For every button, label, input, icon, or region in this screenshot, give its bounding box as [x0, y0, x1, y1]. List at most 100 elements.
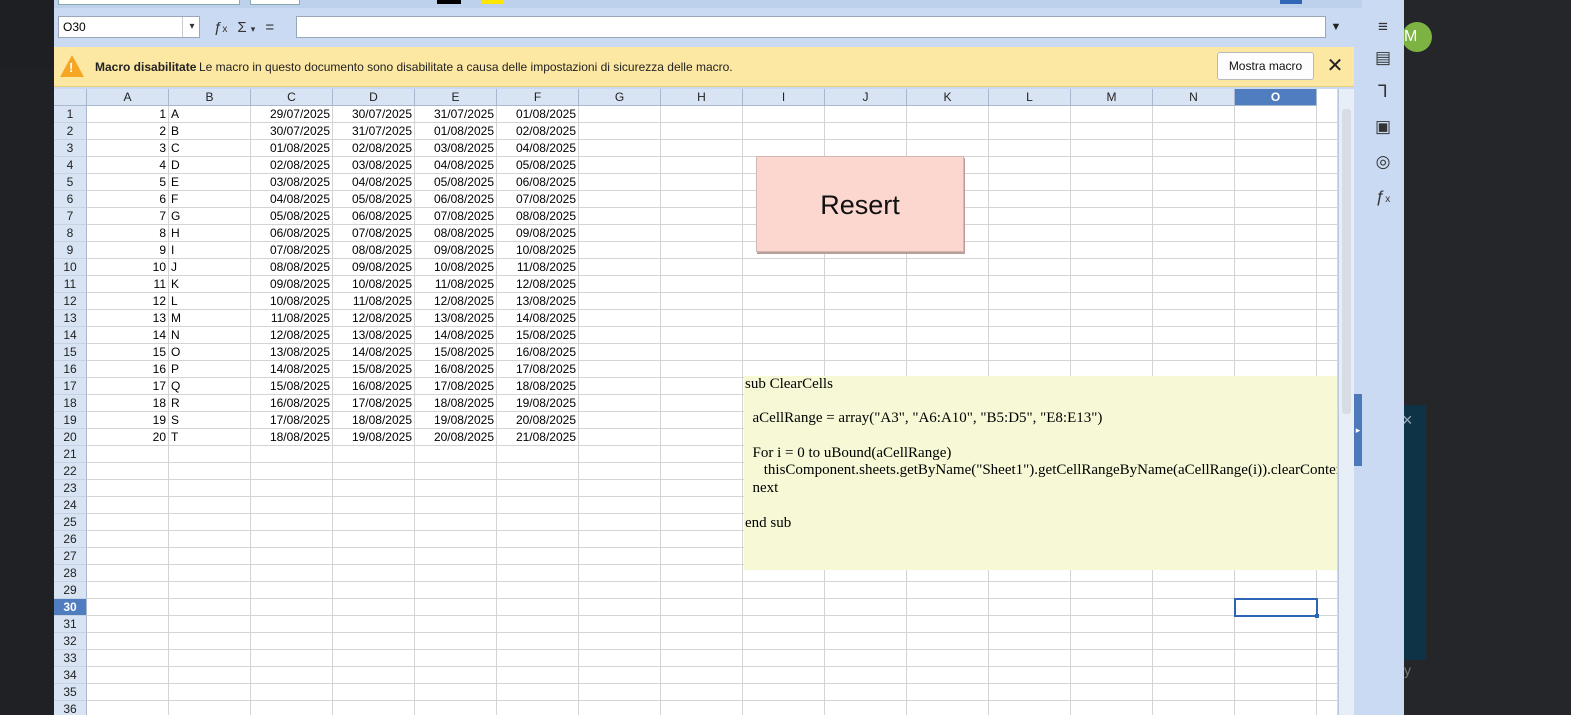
cell-d2[interactable]: 31/07/2025: [333, 123, 414, 140]
cell-a6[interactable]: 6: [87, 191, 168, 208]
cell-e6[interactable]: 06/08/2025: [415, 191, 496, 208]
cell-d19[interactable]: 18/08/2025: [333, 412, 414, 429]
cell-b3[interactable]: C: [169, 140, 252, 157]
cell-f9[interactable]: 10/08/2025: [497, 242, 578, 259]
cell-f13[interactable]: 14/08/2025: [497, 310, 578, 327]
cell-f11[interactable]: 12/08/2025: [497, 276, 578, 293]
cell-f3[interactable]: 04/08/2025: [497, 140, 578, 157]
row-header[interactable]: 5: [54, 174, 87, 191]
cell-b12[interactable]: L: [169, 293, 252, 310]
cell-d14[interactable]: 13/08/2025: [333, 327, 414, 344]
column-header-l[interactable]: L: [989, 89, 1071, 106]
row-header[interactable]: 32: [54, 633, 87, 650]
name-box[interactable]: O30: [58, 16, 200, 38]
cell-f8[interactable]: 09/08/2025: [497, 225, 578, 242]
cell-c12[interactable]: 10/08/2025: [251, 293, 332, 310]
row-header[interactable]: 20: [54, 429, 87, 446]
cell-d7[interactable]: 06/08/2025: [333, 208, 414, 225]
cell-e18[interactable]: 18/08/2025: [415, 395, 496, 412]
column-header-d[interactable]: D: [333, 89, 415, 106]
name-box-dropdown-icon[interactable]: ▾: [182, 17, 201, 37]
cell-d5[interactable]: 04/08/2025: [333, 174, 414, 191]
cell-e10[interactable]: 10/08/2025: [415, 259, 496, 276]
cell-a16[interactable]: 16: [87, 361, 168, 378]
cell-a18[interactable]: 18: [87, 395, 168, 412]
cell-a11[interactable]: 11: [87, 276, 168, 293]
cell-e12[interactable]: 12/08/2025: [415, 293, 496, 310]
sidebar-collapse-handle[interactable]: ▸: [1354, 394, 1362, 466]
row-header[interactable]: 8: [54, 225, 87, 242]
cell-c6[interactable]: 04/08/2025: [251, 191, 332, 208]
cell-c13[interactable]: 11/08/2025: [251, 310, 332, 327]
functions-icon[interactable]: ƒx: [1372, 186, 1394, 208]
font-name-box[interactable]: [58, 0, 240, 5]
cell-f7[interactable]: 08/08/2025: [497, 208, 578, 225]
cell-d10[interactable]: 09/08/2025: [333, 259, 414, 276]
column-header-b[interactable]: B: [169, 89, 251, 106]
cell-b14[interactable]: N: [169, 327, 252, 344]
cell-d11[interactable]: 10/08/2025: [333, 276, 414, 293]
row-header[interactable]: 10: [54, 259, 87, 276]
select-all-corner[interactable]: [54, 89, 87, 106]
show-macros-button[interactable]: Mostra macro: [1217, 52, 1314, 80]
cell-c14[interactable]: 12/08/2025: [251, 327, 332, 344]
cell-f4[interactable]: 05/08/2025: [497, 157, 578, 174]
row-header[interactable]: 26: [54, 531, 87, 548]
cell-a7[interactable]: 7: [87, 208, 168, 225]
cell-b8[interactable]: H: [169, 225, 252, 242]
cell-e1[interactable]: 31/07/2025: [415, 106, 496, 123]
row-header[interactable]: 3: [54, 140, 87, 157]
cell-f5[interactable]: 06/08/2025: [497, 174, 578, 191]
cell-b11[interactable]: K: [169, 276, 252, 293]
vertical-scrollbar[interactable]: [1338, 89, 1354, 715]
code-text-box[interactable]: sub ClearCells aCellRange = array("A3", …: [744, 376, 1337, 570]
cell-c15[interactable]: 13/08/2025: [251, 344, 332, 361]
cell-e20[interactable]: 20/08/2025: [415, 429, 496, 446]
cell-e11[interactable]: 11/08/2025: [415, 276, 496, 293]
cell-c17[interactable]: 15/08/2025: [251, 378, 332, 395]
column-header-h[interactable]: H: [661, 89, 743, 106]
cell-e13[interactable]: 13/08/2025: [415, 310, 496, 327]
column-header-f[interactable]: F: [497, 89, 579, 106]
cell-a13[interactable]: 13: [87, 310, 168, 327]
cell-a15[interactable]: 15: [87, 344, 168, 361]
cell-d8[interactable]: 07/08/2025: [333, 225, 414, 242]
column-header-k[interactable]: K: [907, 89, 989, 106]
properties-icon[interactable]: ▤: [1372, 47, 1394, 69]
row-header[interactable]: 28: [54, 565, 87, 582]
cell-b20[interactable]: T: [169, 429, 252, 446]
cell-e7[interactable]: 07/08/2025: [415, 208, 496, 225]
row-header[interactable]: 23: [54, 480, 87, 497]
row-header[interactable]: 14: [54, 327, 87, 344]
row-header[interactable]: 13: [54, 310, 87, 327]
cell-b5[interactable]: E: [169, 174, 252, 191]
cell-c11[interactable]: 09/08/2025: [251, 276, 332, 293]
row-header[interactable]: 7: [54, 208, 87, 225]
cell-f6[interactable]: 07/08/2025: [497, 191, 578, 208]
cell-b7[interactable]: G: [169, 208, 252, 225]
avatar[interactable]: M: [1402, 22, 1432, 52]
row-header[interactable]: 29: [54, 582, 87, 599]
cell-d6[interactable]: 05/08/2025: [333, 191, 414, 208]
cell-a2[interactable]: 2: [87, 123, 168, 140]
cell-a19[interactable]: 19: [87, 412, 168, 429]
cell-f16[interactable]: 17/08/2025: [497, 361, 578, 378]
cell-e16[interactable]: 16/08/2025: [415, 361, 496, 378]
column-header-g[interactable]: G: [579, 89, 661, 106]
column-header-c[interactable]: C: [251, 89, 333, 106]
column-header-m[interactable]: M: [1071, 89, 1153, 106]
row-header[interactable]: 17: [54, 378, 87, 395]
cell-e3[interactable]: 03/08/2025: [415, 140, 496, 157]
cell-c19[interactable]: 17/08/2025: [251, 412, 332, 429]
row-header[interactable]: 6: [54, 191, 87, 208]
scrollbar-thumb[interactable]: [1342, 109, 1351, 414]
cell-c4[interactable]: 02/08/2025: [251, 157, 332, 174]
cell-a4[interactable]: 4: [87, 157, 168, 174]
font-size-box[interactable]: [250, 0, 300, 5]
row-header[interactable]: 30: [54, 599, 87, 616]
cell-d15[interactable]: 14/08/2025: [333, 344, 414, 361]
row-header[interactable]: 34: [54, 667, 87, 684]
highlight-color-swatch[interactable]: [482, 0, 504, 4]
row-header[interactable]: 24: [54, 497, 87, 514]
cell-c5[interactable]: 03/08/2025: [251, 174, 332, 191]
